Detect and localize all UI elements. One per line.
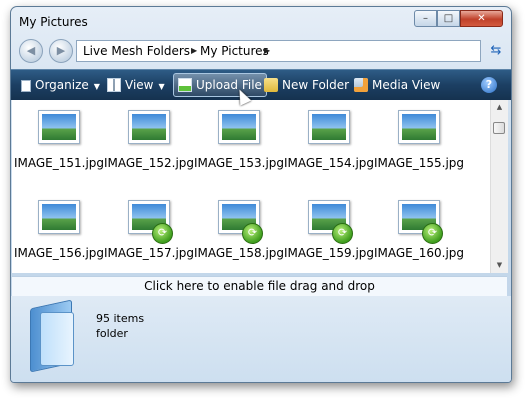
file-item[interactable]: ⟳ IMAGE_158.jpg	[192, 200, 284, 270]
image-thumbnail-icon	[398, 110, 440, 144]
file-item[interactable]: ⟳ IMAGE_157.jpg	[102, 200, 194, 270]
file-name: IMAGE_160.jpg	[373, 246, 465, 260]
file-item[interactable]: IMAGE_151.jpg	[12, 110, 104, 180]
command-toolbar: Organize ▼ View ▼ Upload File New Folder M…	[11, 69, 511, 100]
file-item[interactable]: IMAGE_155.jpg	[372, 110, 464, 180]
file-item[interactable]: IMAGE_153.jpg	[192, 110, 284, 180]
address-bar[interactable]: Live Mesh Folders ▶ My Pictures ▶	[76, 40, 481, 62]
file-item[interactable]: IMAGE_154.jpg	[282, 110, 374, 180]
back-arrow-icon: ◀	[26, 44, 36, 57]
view-label: View	[125, 78, 154, 92]
scroll-up-icon[interactable]: ▲	[491, 100, 508, 115]
view-button[interactable]: View ▼	[107, 74, 165, 96]
maximize-button[interactable]: □	[437, 10, 460, 27]
breadcrumb-live-mesh-folders[interactable]: Live Mesh Folders	[83, 41, 190, 61]
file-name: IMAGE_151.jpg	[13, 156, 105, 170]
upload-file-label: Upload File	[196, 78, 262, 92]
organize-button[interactable]: Organize ▼	[21, 74, 100, 96]
enable-drag-drop-bar[interactable]: Click here to enable file drag and drop	[12, 276, 507, 297]
item-count: 95 items	[96, 312, 145, 325]
organize-label: Organize	[35, 78, 89, 92]
file-item[interactable]: IMAGE_152.jpg	[102, 110, 194, 180]
forward-arrow-icon: ▶	[56, 44, 66, 57]
forward-button[interactable]: ▶	[49, 39, 73, 63]
window-title: My Pictures	[19, 15, 88, 29]
breadcrumb-chevron-icon[interactable]: ▶	[191, 41, 197, 61]
media-view-label: Media View	[372, 78, 441, 92]
file-item[interactable]: IMAGE_156.jpg	[12, 200, 104, 270]
file-name: IMAGE_154.jpg	[283, 156, 375, 170]
file-name: IMAGE_158.jpg	[193, 246, 285, 260]
upload-file-button[interactable]: Upload File	[173, 73, 267, 97]
image-thumbnail-icon	[308, 110, 350, 144]
sync-icon: ⟳	[332, 223, 353, 244]
chevron-down-icon: ▼	[93, 82, 100, 91]
scrollbar-thumb[interactable]	[493, 122, 505, 134]
details-pane: 95 items folder	[11, 296, 511, 382]
media-view-button[interactable]: Media View	[354, 74, 440, 96]
upload-file-icon	[178, 78, 192, 92]
file-list[interactable]: IMAGE_151.jpg IMAGE_152.jpg IMAGE_153.jp…	[12, 100, 490, 273]
refresh-icon[interactable]: ⇆	[487, 42, 505, 60]
breadcrumb-my-pictures[interactable]: My Pictures	[200, 41, 269, 61]
back-button[interactable]: ◀	[19, 39, 43, 63]
breadcrumb-chevron-icon[interactable]: ▶	[264, 41, 270, 61]
folder-icon	[26, 299, 74, 373]
file-name: IMAGE_159.jpg	[283, 246, 375, 260]
new-folder-label: New Folder	[282, 78, 350, 92]
file-name: IMAGE_157.jpg	[103, 246, 195, 260]
new-folder-icon	[264, 78, 278, 92]
image-thumbnail-icon	[128, 110, 170, 144]
explorer-window: My Pictures – □ ✕ ◀ ▶ Live Mesh Folders …	[10, 6, 512, 383]
view-icon	[107, 78, 121, 92]
chevron-down-icon: ▼	[158, 82, 165, 91]
sync-icon: ⟳	[422, 223, 443, 244]
file-name: IMAGE_155.jpg	[373, 156, 465, 170]
minimize-button[interactable]: –	[414, 10, 437, 27]
title-bar[interactable]: My Pictures – □ ✕	[11, 7, 511, 35]
file-item[interactable]: ⟳ IMAGE_160.jpg	[372, 200, 464, 270]
media-view-icon	[354, 78, 368, 92]
file-item[interactable]: ⟳ IMAGE_159.jpg	[282, 200, 374, 270]
image-thumbnail-icon	[218, 110, 260, 144]
organize-icon	[21, 80, 31, 92]
scroll-down-icon[interactable]: ▼	[491, 258, 508, 273]
navigation-bar: ◀ ▶ Live Mesh Folders ▶ My Pictures ▶ ⇆	[11, 35, 511, 67]
sync-icon: ⟳	[152, 223, 173, 244]
help-icon[interactable]: ?	[481, 77, 497, 93]
image-thumbnail-icon	[38, 110, 80, 144]
close-button[interactable]: ✕	[460, 10, 503, 27]
item-type: folder	[96, 327, 128, 340]
sync-icon: ⟳	[242, 223, 263, 244]
file-name: IMAGE_153.jpg	[193, 156, 285, 170]
vertical-scrollbar[interactable]: ▲ ▼	[490, 100, 508, 273]
file-name: IMAGE_156.jpg	[13, 246, 105, 260]
new-folder-button[interactable]: New Folder	[264, 74, 349, 96]
image-thumbnail-icon	[38, 200, 80, 234]
file-name: IMAGE_152.jpg	[103, 156, 195, 170]
